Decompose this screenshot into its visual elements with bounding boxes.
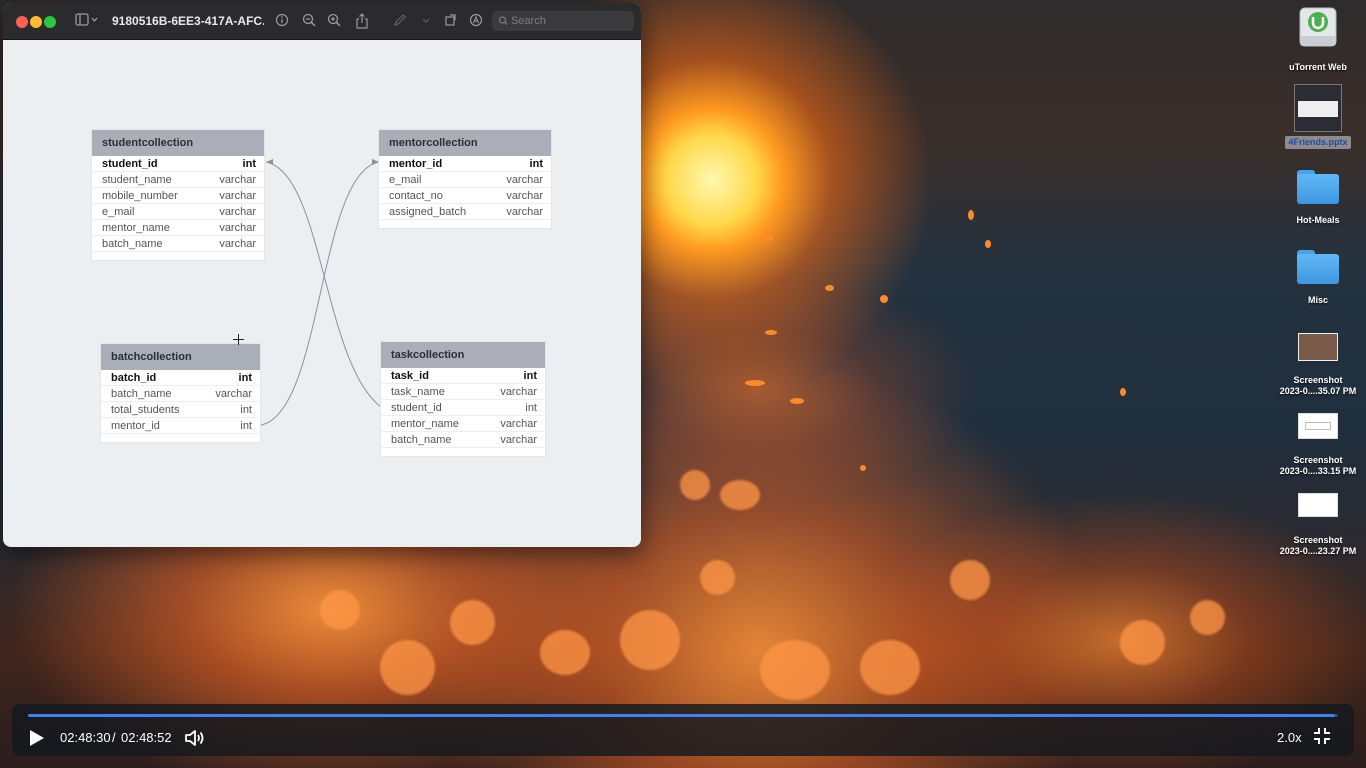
desktop-item-screenshot-2[interactable]: Screenshot 2023-0....33.15 PM: [1270, 413, 1366, 477]
screenshot-thumbnail-icon: [1298, 333, 1338, 361]
desktop-item-sublabel: 2023-0....33.15 PM: [1279, 466, 1357, 476]
er-column-row: task_name varchar: [381, 384, 545, 400]
desktop-item-screenshot-1[interactable]: Screenshot 2023-0....35.07 PM: [1270, 333, 1366, 397]
play-button[interactable]: [26, 728, 46, 748]
er-column-row: student_name varchar: [92, 172, 264, 188]
desktop-item-label: Screenshot: [1293, 375, 1343, 385]
er-column-row: mentor_name varchar: [381, 416, 545, 432]
progress-fill: [28, 714, 1336, 717]
video-control-bar: 02:48:30 / 02:48:52 2.0x: [12, 704, 1354, 756]
er-column-row: batch_id int: [101, 370, 260, 386]
er-column-row: batch_name varchar: [92, 236, 264, 252]
er-column-row: student_id int: [381, 400, 545, 416]
desktop-item-label: uTorrent Web: [1289, 62, 1347, 72]
er-column-row: e_mail varchar: [92, 204, 264, 220]
screenshot-thumbnail-icon: [1298, 413, 1338, 439]
er-column-row: e_mail varchar: [379, 172, 551, 188]
screenshot-thumbnail-icon: [1298, 493, 1338, 517]
er-column-row: contact_no varchar: [379, 188, 551, 204]
er-table-header: taskcollection: [381, 342, 545, 368]
er-column-row: batch_name varchar: [101, 386, 260, 402]
current-time: 02:48:30: [60, 730, 111, 745]
er-table-taskcollection[interactable]: taskcollection task_id int task_name varch…: [380, 341, 546, 457]
crosshair-cursor-icon: [233, 334, 244, 345]
time-separator: /: [112, 730, 116, 745]
er-table-header: batchcollection: [101, 344, 260, 370]
exit-fullscreen-button[interactable]: [1313, 727, 1331, 745]
er-table-mentorcollection[interactable]: mentorcollection mentor_id int e_mail varc…: [378, 129, 552, 229]
playback-speed-button[interactable]: 2.0x: [1277, 730, 1302, 745]
desktop-item-hot-meals[interactable]: Hot-Meals: [1270, 170, 1366, 226]
desktop-item-sublabel: 2023-0....35.07 PM: [1279, 386, 1357, 396]
folder-icon: [1297, 170, 1339, 204]
er-column-row: assigned_batch varchar: [379, 204, 551, 220]
er-column-row: mentor_name varchar: [92, 220, 264, 236]
relationship-lines: [260, 159, 382, 426]
desktop-item-misc[interactable]: Misc: [1270, 250, 1366, 306]
er-table-batchcollection[interactable]: batchcollection batch_id int batch_name va…: [100, 343, 261, 443]
er-column-row: mentor_id int: [379, 156, 551, 172]
volume-button[interactable]: [184, 728, 206, 748]
er-column-row: mentor_id int: [101, 418, 260, 434]
desktop-item-4friends-pptx[interactable]: 4Friends.pptx: [1270, 84, 1366, 149]
utorrent-drive-icon: [1299, 7, 1337, 47]
desktop-item-label: Hot-Meals: [1296, 215, 1340, 225]
desktop-item-label: Screenshot: [1293, 455, 1343, 465]
er-table-studentcollection[interactable]: studentcollection student_id int student_…: [91, 129, 265, 261]
desktop-item-label: 4Friends.pptx: [1285, 136, 1351, 149]
pptx-thumbnail-icon: [1294, 84, 1342, 132]
progress-bar[interactable]: [28, 714, 1338, 717]
er-column-row: task_id int: [381, 368, 545, 384]
desktop-item-screenshot-3[interactable]: Screenshot 2023-0....23.27 PM: [1270, 493, 1366, 557]
er-column-row: student_id int: [92, 156, 264, 172]
preview-window: 9180516B-6EE3-417A-AFC... Search student…: [3, 3, 641, 547]
desktop-item-sublabel: 2023-0....23.27 PM: [1279, 546, 1357, 556]
er-column-row: batch_name varchar: [381, 432, 545, 448]
er-table-header: studentcollection: [92, 130, 264, 156]
total-time: 02:48:52: [121, 730, 172, 745]
er-column-row: total_students int: [101, 402, 260, 418]
folder-icon: [1297, 250, 1339, 284]
er-column-row: mobile_number varchar: [92, 188, 264, 204]
desktop-item-label: Misc: [1307, 295, 1328, 305]
desktop-item-label: Screenshot: [1293, 535, 1343, 545]
desktop-item-utorrent-web[interactable]: uTorrent Web: [1270, 6, 1366, 73]
er-table-header: mentorcollection: [379, 130, 551, 156]
